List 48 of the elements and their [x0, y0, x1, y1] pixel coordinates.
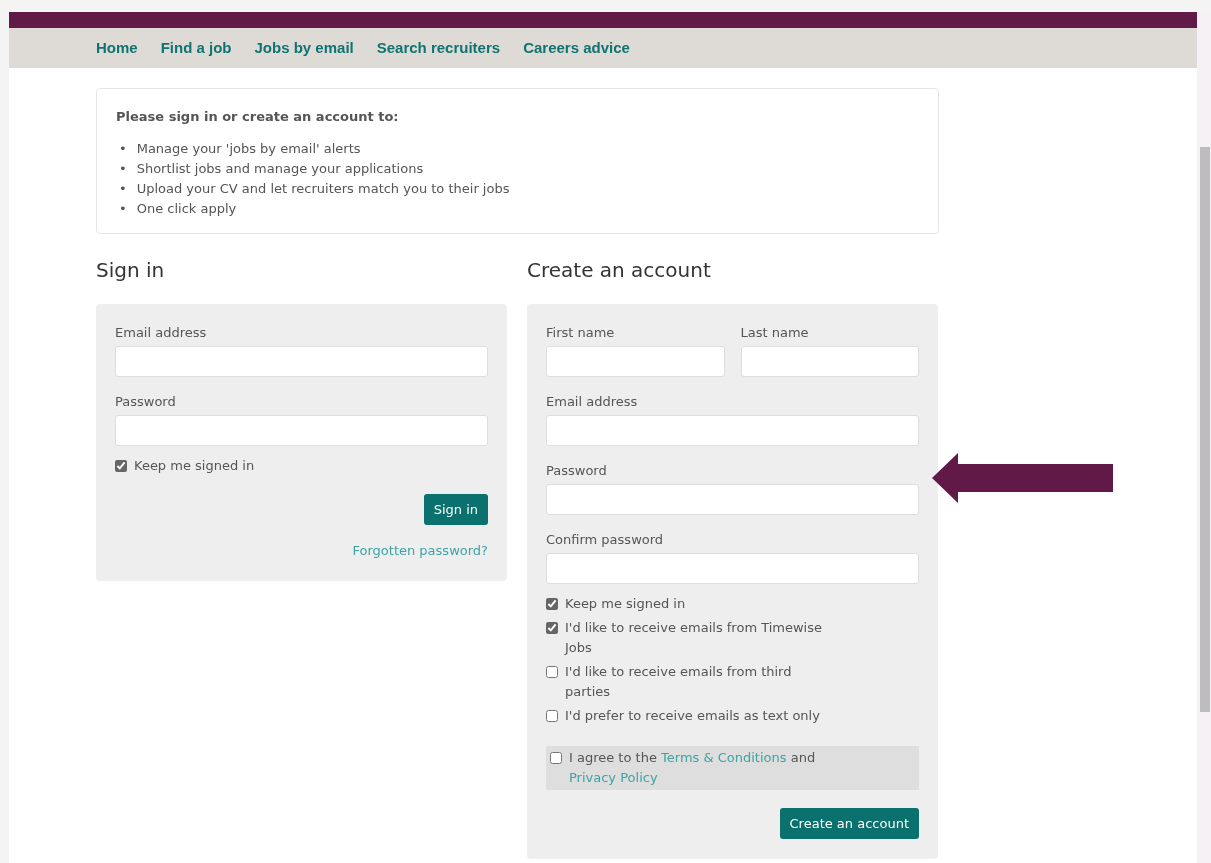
- nav-link[interactable]: Jobs by email: [254, 36, 354, 60]
- agreement-text: I agree to the Terms & Conditions and Privacy Policy: [569, 748, 817, 787]
- scroll-thumb[interactable]: [1200, 147, 1210, 712]
- field-label: Password: [546, 461, 608, 479]
- field-label: Email address: [115, 323, 208, 341]
- field-label: Email address: [546, 392, 639, 410]
- input-field[interactable]: [740, 345, 919, 377]
- bullet: •: [119, 199, 127, 218]
- input-field[interactable]: [546, 552, 919, 584]
- list-item: Upload your CV and let recruiters match you to their jobs: [136, 179, 510, 198]
- section-heading: Create an account: [527, 256, 712, 284]
- checkbox[interactable]: [115, 459, 127, 472]
- nav-link[interactable]: Home: [96, 36, 138, 60]
- checkbox-label: I'd like to receive emails from third parties: [565, 662, 793, 701]
- checkbox[interactable]: [546, 597, 558, 610]
- section-heading: Sign in: [96, 256, 166, 284]
- input-field[interactable]: [546, 483, 919, 515]
- checkbox[interactable]: [546, 665, 558, 678]
- list-item: Shortlist jobs and manage your applications: [136, 159, 424, 178]
- checkbox-label: Keep me signed in: [134, 456, 255, 475]
- input-field[interactable]: [115, 345, 488, 377]
- checkbox[interactable]: [550, 751, 562, 764]
- terms-link[interactable]: Privacy Policy: [569, 769, 658, 785]
- checkbox[interactable]: [546, 621, 558, 634]
- checkbox-label: Keep me signed in: [565, 594, 686, 613]
- field-label: First name: [546, 323, 616, 341]
- list-item: One click apply: [136, 199, 237, 218]
- field-label: Password: [115, 392, 177, 410]
- bullet: •: [119, 179, 127, 198]
- input-field[interactable]: [115, 414, 488, 446]
- nav-link[interactable]: Search recruiters: [376, 36, 501, 60]
- nav-link[interactable]: Careers advice: [523, 36, 630, 60]
- info-title: Please sign in or create an account to:: [116, 108, 400, 126]
- input-field[interactable]: [546, 414, 919, 446]
- checkbox-label: I'd prefer to receive emails as text only: [565, 706, 820, 725]
- sign-in-button[interactable]: Sign in: [423, 493, 488, 525]
- nav-link[interactable]: Find a job: [160, 36, 232, 60]
- terms-link[interactable]: Terms & Conditions: [661, 749, 787, 765]
- checkbox[interactable]: [546, 709, 558, 722]
- input-field[interactable]: [546, 345, 725, 377]
- create-account-button[interactable]: Create an account: [779, 807, 919, 839]
- list-item: Manage your 'jobs by email' alerts: [136, 139, 361, 158]
- forgot-password-link[interactable]: Forgotten password?: [352, 541, 488, 561]
- bullet: •: [119, 159, 127, 178]
- field-label: Confirm password: [546, 530, 665, 548]
- checkbox-label: I'd like to receive emails from Timewise Jobs: [565, 618, 823, 657]
- field-label: Last name: [740, 323, 810, 341]
- bullet: •: [119, 139, 127, 158]
